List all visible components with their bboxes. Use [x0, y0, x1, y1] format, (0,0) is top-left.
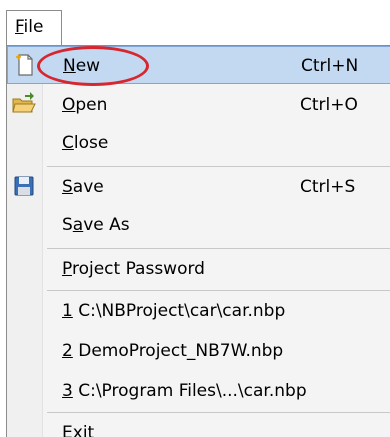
menu-item-recent-1-label: 1 C:\NBProject\car\car.nbp — [62, 301, 286, 321]
menu-item-recent-1[interactable]: 1 C:\NBProject\car\car.nbp — [7, 292, 390, 330]
menu-item-recent-2[interactable]: 2 DemoProject_NB7W.nbp — [7, 332, 390, 370]
menu-item-close-label: Close — [62, 133, 109, 153]
menu-item-save[interactable]: Save Ctrl+S — [7, 168, 390, 206]
menu-item-project-password[interactable]: Project Password — [7, 250, 390, 288]
menu-item-exit-label: Exit — [62, 423, 95, 437]
menu-separator — [47, 412, 390, 413]
save-disk-icon — [14, 176, 34, 196]
menu-separator — [47, 248, 390, 249]
menu-item-save-as[interactable]: Save As — [7, 206, 390, 244]
menu-item-save-shortcut: Ctrl+S — [300, 177, 356, 197]
menu-item-exit[interactable]: Exit — [7, 414, 390, 437]
menu-item-recent-2-label: 2 DemoProject_NB7W.nbp — [62, 341, 284, 361]
menu-item-new-label: New — [63, 56, 101, 76]
open-folder-icon — [12, 92, 36, 113]
menu-item-project-password-label: Project Password — [62, 259, 205, 279]
menu-separator — [47, 166, 390, 167]
screen: File New Ctrl+N Open Ctrl+O Close Save C… — [0, 0, 390, 437]
menu-item-open[interactable]: Open Ctrl+O — [7, 86, 390, 124]
menu-item-recent-3[interactable]: 3 C:\Program Files\...\car.nbp — [7, 372, 390, 410]
file-menu-tab[interactable]: File — [6, 10, 62, 46]
menu-item-new-shortcut: Ctrl+N — [301, 56, 359, 76]
menu-separator — [47, 290, 390, 291]
file-menu-label: File — [15, 17, 44, 37]
menu-item-new[interactable]: New Ctrl+N — [7, 46, 390, 84]
menu-item-save-as-label: Save As — [62, 215, 130, 235]
new-document-icon — [16, 54, 33, 76]
menu-item-open-shortcut: Ctrl+O — [300, 95, 358, 115]
menu-item-save-label: Save — [62, 177, 104, 197]
file-dropdown-menu: New Ctrl+N Open Ctrl+O Close Save Ctrl+S… — [6, 45, 390, 437]
menu-item-close[interactable]: Close — [7, 124, 390, 162]
menu-item-recent-3-label: 3 C:\Program Files\...\car.nbp — [62, 381, 307, 401]
menu-item-open-label: Open — [62, 95, 108, 115]
